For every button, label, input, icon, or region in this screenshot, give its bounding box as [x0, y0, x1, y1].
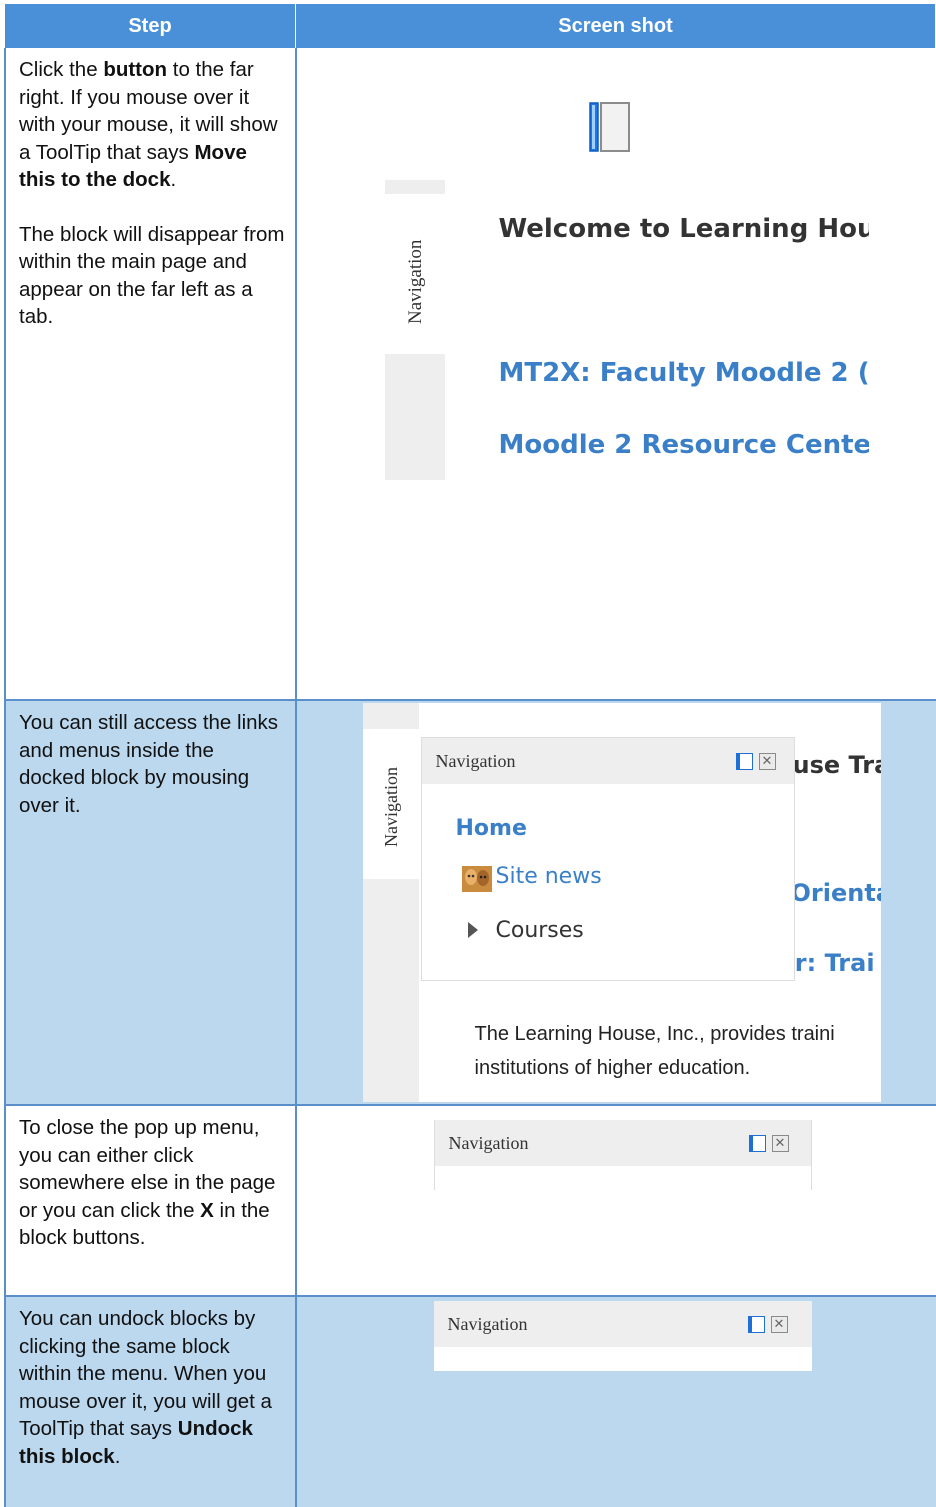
popup-title: Navigation	[447, 1314, 528, 1334]
screenshot-cell: Navigation use Tra Orienta er: Trai Navi…	[295, 700, 936, 1106]
close-icon[interactable]: ✕	[758, 753, 776, 770]
navigation-popup: Navigation ✕	[433, 1120, 812, 1190]
dock-tab-navigation[interactable]: Navigation	[362, 729, 419, 879]
close-icon[interactable]: ✕	[771, 1135, 789, 1152]
body-text-line-2: institutions of higher education.	[474, 1057, 751, 1079]
screenshot-cell: Navigation Welcome to Learning Hou MT2X:…	[295, 48, 936, 701]
step-text: You can undock blocks by clicking the sa…	[19, 1307, 272, 1468]
dock-tab-label: Navigation	[404, 239, 426, 324]
step-column-header: Step	[5, 4, 296, 48]
screenshot-1: Navigation Welcome to Learning Hou MT2X:…	[297, 48, 936, 699]
close-icon[interactable]: ✕	[770, 1316, 788, 1333]
screenshot-3: Navigation ✕	[297, 1106, 936, 1295]
navigation-popup: Navigation ✕	[433, 1301, 812, 1371]
table-row: You can still access the links and menus…	[4, 700, 936, 1106]
popup-header: Navigation ✕	[421, 738, 794, 784]
popup-title: Navigation	[435, 751, 516, 771]
step-cell: To close the pop up menu, you can either…	[4, 1105, 297, 1297]
table-row: You can undock blocks by clicking the sa…	[4, 1296, 936, 1507]
course-link-2[interactable]: Moodle 2 Resource Cente	[499, 430, 869, 460]
step-cell: Click the button to the far right. If yo…	[4, 48, 297, 701]
screenshot-column-header: Screen shot	[295, 4, 936, 48]
move-to-dock-icon	[588, 102, 630, 152]
navigation-popup: Navigation ✕ Home Site news Courses	[420, 737, 795, 981]
screenshot-cell: Navigation ✕	[295, 1296, 936, 1507]
background-link-1[interactable]: Orienta	[791, 879, 881, 907]
nav-courses-item[interactable]: Courses	[496, 918, 584, 943]
popup-title: Navigation	[448, 1133, 529, 1153]
background-heading: use Tra	[792, 751, 881, 779]
popup-header: Navigation ✕	[434, 1120, 811, 1166]
move-to-dock-icon[interactable]	[748, 1135, 766, 1152]
step-cell: You can undock blocks by clicking the sa…	[4, 1296, 297, 1507]
step-text: You can still access the links and menus…	[19, 711, 279, 817]
step-cell: You can still access the links and menus…	[4, 700, 297, 1106]
table-row: Click the button to the far right. If yo…	[4, 48, 936, 701]
screenshot-cell: Navigation ✕	[295, 1105, 936, 1297]
welcome-heading: Welcome to Learning Hou	[498, 214, 869, 244]
nav-site-news-link[interactable]: Site news	[496, 864, 602, 889]
step-text: To close the pop up menu, you can either…	[19, 1116, 276, 1249]
nav-home-link[interactable]: Home	[456, 816, 527, 841]
dock-tab-navigation[interactable]: Navigation	[384, 194, 445, 354]
screenshot-4: Navigation ✕	[297, 1297, 936, 1507]
expand-arrow-icon[interactable]	[467, 922, 478, 938]
body-text-line-1: The Learning House, Inc., provides train…	[474, 1023, 835, 1045]
instructions-table: Step Screen shot Click the button to the…	[4, 4, 936, 1507]
step-text: Click the button to the far right. If yo…	[19, 58, 285, 328]
table-row: To close the pop up menu, you can either…	[4, 1105, 936, 1297]
dock-tab-label: Navigation	[380, 767, 401, 847]
undock-icon[interactable]	[747, 1316, 765, 1333]
site-news-icon	[461, 866, 492, 892]
screenshot-2: Navigation use Tra Orienta er: Trai Navi…	[297, 701, 936, 1104]
course-link-1[interactable]: MT2X: Faculty Moodle 2 (	[499, 358, 869, 388]
move-to-dock-icon[interactable]	[735, 753, 753, 770]
popup-header: Navigation ✕	[433, 1301, 812, 1347]
